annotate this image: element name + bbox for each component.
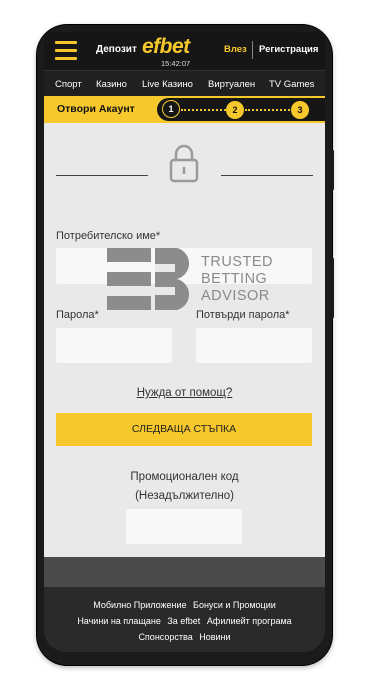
username-label: Потребителско име* xyxy=(56,230,161,242)
promo-code-optional-label: (Незадължително) xyxy=(135,490,234,502)
nav-item-tv-games[interactable]: TV Games xyxy=(269,79,314,90)
nav-item-casino[interactable]: Казино xyxy=(96,79,127,90)
promo-code-label: Промоционален код xyxy=(130,471,239,483)
footer-row: Спонсорства Новини xyxy=(44,632,325,642)
login-button[interactable]: Влез xyxy=(224,44,247,55)
confirm-password-input[interactable] xyxy=(196,328,312,363)
nav-item-live-casino[interactable]: Live Казино xyxy=(142,79,193,90)
lock-icon xyxy=(169,144,199,183)
password-label: Парола* xyxy=(56,309,99,321)
footer-row: Мобилно Приложение Бонуси и Промоции xyxy=(44,600,325,610)
footer-link-mobile-app[interactable]: Мобилно Приложение xyxy=(93,600,186,610)
register-button[interactable]: Регистрация xyxy=(259,44,318,55)
registration-form: Потребителско име* Парола* Потвърди паро… xyxy=(44,123,325,557)
footer-strip xyxy=(44,557,325,587)
divider xyxy=(252,41,253,59)
promo-code-input[interactable] xyxy=(126,509,242,544)
watermark-line-1: TRUSTED xyxy=(201,254,273,270)
footer-row: Начини на плащане За efbet Афилиейт прог… xyxy=(44,616,325,626)
efbet-logo[interactable]: efbet xyxy=(142,35,190,59)
step-3: 3 xyxy=(291,101,309,119)
nav-item-sport[interactable]: Спорт xyxy=(55,79,82,90)
deposit-button[interactable]: Депозит xyxy=(96,44,137,55)
footer-link-affiliate[interactable]: Афилиейт програма xyxy=(207,616,292,626)
footer: Мобилно Приложение Бонуси и Промоции Нач… xyxy=(44,557,325,652)
divider-right xyxy=(221,175,313,176)
password-input[interactable] xyxy=(56,328,172,363)
phone-side-button xyxy=(331,150,334,190)
step-connector xyxy=(181,109,226,111)
category-nav: Спорт Казино Live Казино Виртуален TV Ga… xyxy=(44,70,325,97)
divider-left xyxy=(56,175,148,176)
top-bar: Депозит efbet 15:42:07 Влез Регистрация xyxy=(44,32,325,70)
app-screen: Депозит efbet 15:42:07 Влез Регистрация … xyxy=(44,32,325,652)
steps-progress: 1 2 3 xyxy=(157,98,325,121)
next-step-button[interactable]: СЛЕДВАЩА СТЪПКА xyxy=(56,413,312,446)
trusted-betting-advisor-logo xyxy=(107,248,190,310)
footer-link-news[interactable]: Новини xyxy=(199,632,230,642)
confirm-password-label: Потвърди парола* xyxy=(196,309,290,321)
watermark-line-2: BETTING xyxy=(201,271,268,287)
step-connector xyxy=(245,109,290,111)
footer-link-payment-methods[interactable]: Начини на плащане xyxy=(77,616,161,626)
phone-side-button xyxy=(331,258,334,318)
step-2: 2 xyxy=(226,101,244,119)
footer-link-sponsorships[interactable]: Спонсорства xyxy=(138,632,192,642)
clock: 15:42:07 xyxy=(161,59,191,68)
footer-link-bonuses[interactable]: Бонуси и Промоции xyxy=(193,600,276,610)
step-1: 1 xyxy=(162,100,180,118)
watermark-line-3: ADVISOR xyxy=(201,288,270,304)
registration-steps: Отвори Акаунт 1 2 3 xyxy=(44,96,325,123)
footer-link-about[interactable]: За efbet xyxy=(167,616,200,626)
steps-title: Отвори Акаунт xyxy=(57,103,135,115)
nav-item-virtual[interactable]: Виртуален xyxy=(208,79,255,90)
hamburger-menu-icon[interactable] xyxy=(55,41,77,61)
help-link[interactable]: Нужда от помощ? xyxy=(44,387,325,399)
